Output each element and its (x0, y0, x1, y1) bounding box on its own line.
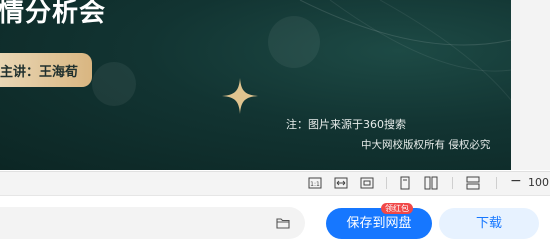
svg-text:1:1: 1:1 (310, 181, 320, 188)
save-to-cloud-button[interactable]: 保存到网盘 (326, 208, 432, 239)
copyright-text: 中大网校版权所有 侵权必究 (361, 139, 491, 151)
continuous-scroll-icon[interactable] (466, 176, 480, 190)
zoom-level: 100 (528, 176, 549, 189)
toolbar-divider (496, 177, 497, 189)
toolbar-divider (452, 177, 453, 189)
toolbar-divider (386, 177, 387, 189)
download-button[interactable]: 下载 (439, 208, 539, 239)
viewer-toolbar: 1:1 − 100 (0, 171, 550, 196)
save-path-field[interactable] (0, 207, 305, 239)
slide-title: 情分析会 (0, 0, 107, 28)
slide-image: 情分析会 主讲：王海荀 注：图片来源于360搜索 中大网校版权所有 侵权必究 (0, 0, 511, 170)
folder-icon[interactable] (276, 216, 290, 230)
sparkle-icon (222, 78, 258, 114)
zoom-out-icon[interactable]: − (510, 173, 522, 189)
fit-width-icon[interactable] (334, 176, 348, 190)
image-source-note: 注：图片来源于360搜索 (286, 118, 406, 131)
lecturer-banner: 主讲：王海荀 (0, 53, 92, 87)
fit-page-icon[interactable] (360, 176, 374, 190)
single-page-icon[interactable] (398, 176, 412, 190)
red-packet-badge: 领红包 (381, 203, 413, 214)
fit-size-icon[interactable]: 1:1 (308, 176, 322, 190)
lecturer-label: 主讲：王海荀 (0, 65, 79, 80)
viewer-margin (511, 0, 550, 170)
two-page-icon[interactable] (424, 176, 438, 190)
document-viewer: 情分析会 主讲：王海荀 注：图片来源于360搜索 中大网校版权所有 侵权必究 1… (0, 0, 550, 252)
